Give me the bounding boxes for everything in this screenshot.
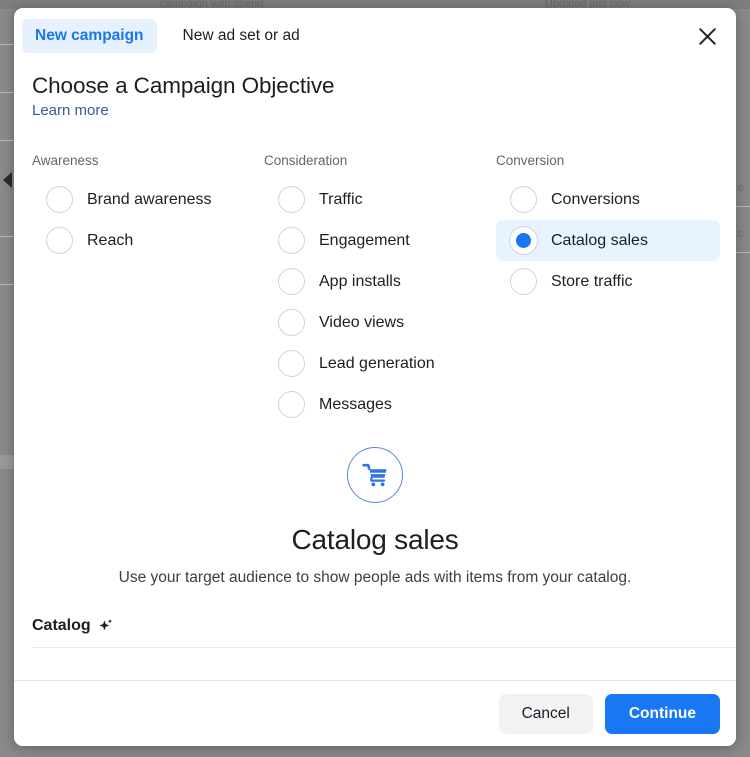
radio-icon	[510, 186, 537, 213]
objective-option-label: Video views	[319, 314, 404, 332]
objective-option-traffic[interactable]: Traffic	[264, 179, 488, 220]
objective-option-messages[interactable]: Messages	[264, 384, 488, 425]
dialog-title-block: Choose a Campaign Objective Learn more	[14, 64, 736, 120]
objective-option-label: Conversions	[551, 191, 640, 209]
dialog-footer: Cancel Continue	[14, 680, 736, 746]
objective-option-label: Traffic	[319, 191, 363, 209]
tab-new-ad-set-or-ad[interactable]: New ad set or ad	[170, 19, 313, 53]
page-title: Choose a Campaign Objective	[32, 72, 736, 99]
tab-new-campaign[interactable]: New campaign	[22, 19, 157, 53]
catalog-section: Catalog	[14, 611, 736, 648]
background-divider	[0, 44, 14, 45]
objective-option-conversions[interactable]: Conversions	[496, 179, 720, 220]
radio-icon	[278, 268, 305, 295]
campaign-objective-dialog: New campaign New ad set or ad Choose a C…	[14, 8, 736, 746]
objective-option-store-traffic[interactable]: Store traffic	[496, 261, 720, 302]
background-block	[0, 455, 14, 469]
radio-icon	[278, 391, 305, 418]
catalog-section-label: Catalog	[32, 617, 91, 635]
background-divider	[736, 252, 750, 253]
background-collapse-arrow-icon	[3, 172, 12, 188]
radio-icon	[278, 227, 305, 254]
radio-icon	[278, 186, 305, 213]
objective-detail-description: Use your target audience to show people …	[70, 567, 680, 589]
learn-more-link[interactable]: Learn more	[32, 102, 109, 119]
continue-button[interactable]: Continue	[605, 694, 720, 734]
objective-option-label: Lead generation	[319, 355, 435, 373]
objective-option-brand-awareness[interactable]: Brand awareness	[32, 179, 256, 220]
background-divider	[0, 236, 14, 237]
shopping-cart-icon	[347, 447, 403, 503]
objective-column-awareness: Awareness Brand awareness Reach	[32, 153, 264, 425]
objective-option-label: Brand awareness	[87, 191, 212, 209]
objective-detail-title: Catalog sales	[70, 524, 680, 556]
background-divider	[736, 206, 750, 207]
column-heading-consideration: Consideration	[264, 153, 496, 168]
column-heading-conversion: Conversion	[496, 153, 728, 168]
content-spacer	[14, 648, 736, 680]
objective-option-label: App installs	[319, 273, 401, 291]
objective-detail: Catalog sales Use your target audience t…	[14, 447, 736, 589]
radio-icon	[278, 309, 305, 336]
background-divider	[0, 92, 14, 93]
radio-icon	[46, 186, 73, 213]
objective-option-catalog-sales[interactable]: Catalog sales	[496, 220, 720, 261]
objective-columns: Awareness Brand awareness Reach Consider…	[14, 120, 736, 425]
close-icon[interactable]	[692, 21, 722, 51]
background-divider	[0, 284, 14, 285]
objective-option-label: Catalog sales	[551, 232, 648, 250]
radio-icon-selected	[510, 227, 537, 254]
radio-icon	[278, 350, 305, 377]
objective-option-label: Messages	[319, 396, 392, 414]
catalog-section-header: Catalog	[32, 611, 736, 641]
objective-option-label: Store traffic	[551, 273, 633, 291]
dialog-tabbar: New campaign New ad set or ad	[14, 8, 736, 64]
objective-option-label: Reach	[87, 232, 133, 250]
sparkle-icon	[98, 618, 114, 634]
background-text-fragment: c	[738, 228, 750, 240]
cancel-button[interactable]: Cancel	[499, 694, 593, 734]
objective-option-engagement[interactable]: Engagement	[264, 220, 488, 261]
objective-option-lead-generation[interactable]: Lead generation	[264, 343, 488, 384]
objective-column-consideration: Consideration Traffic Engagement App ins…	[264, 153, 496, 425]
objective-column-conversion: Conversion Conversions Catalog sales Sto…	[496, 153, 728, 425]
objective-option-label: Engagement	[319, 232, 410, 250]
background-divider	[0, 140, 14, 141]
objective-option-reach[interactable]: Reach	[32, 220, 256, 261]
objective-option-video-views[interactable]: Video views	[264, 302, 488, 343]
radio-icon	[510, 268, 537, 295]
objective-option-app-installs[interactable]: App installs	[264, 261, 488, 302]
radio-icon	[46, 227, 73, 254]
background-text-fragment: e	[738, 182, 750, 194]
column-heading-awareness: Awareness	[32, 153, 264, 168]
